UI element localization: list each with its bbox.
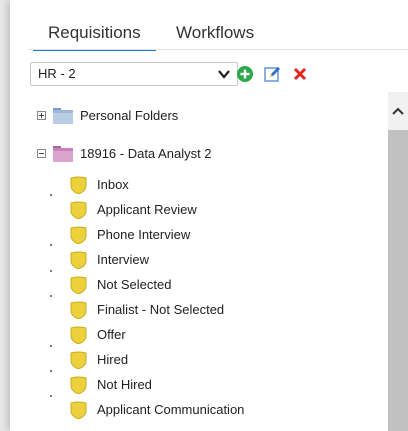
stage-shield-icon (70, 301, 87, 319)
tree-guide-dot (50, 295, 52, 297)
stage-shield-icon (70, 376, 87, 394)
stage-label: Applicant Review (97, 202, 197, 217)
tree-guide-dot (50, 244, 52, 246)
stage-label: Offer (97, 327, 126, 342)
folder-icon (53, 108, 73, 124)
expand-plus-icon[interactable] (37, 111, 46, 120)
add-circle-icon[interactable] (235, 64, 255, 84)
stage-shield-icon (70, 226, 87, 244)
vertical-scrollbar[interactable] (388, 92, 408, 431)
stage-label: Applicant Communication (97, 402, 245, 417)
tab-bar: Requisitions Workflows (10, 22, 408, 51)
stage-label: Not Hired (97, 377, 152, 392)
requisition-select-value: HR - 2 (38, 66, 76, 81)
stage-shield-icon (70, 251, 87, 269)
stage-shield-icon (70, 276, 87, 294)
stage-shield-icon (70, 201, 87, 219)
stage-label: Interview (97, 252, 150, 267)
tree-node-label: 18916 - Data Analyst 2 (80, 146, 212, 161)
tree-node-label: Personal Folders (80, 108, 179, 123)
stage-shield-icon (70, 401, 87, 419)
stage-label: Not Selected (97, 277, 172, 292)
pencil-edit-icon[interactable] (263, 64, 283, 84)
tree-guide-dot (50, 345, 52, 347)
chevron-down-icon (218, 70, 230, 79)
folder-tree: Personal Folders 18916 - Data Analyst 2 … (28, 92, 388, 431)
folder-icon (53, 146, 73, 162)
tree-guide-dot (50, 270, 52, 272)
tree-guide-dot (50, 395, 52, 397)
tab-requisitions[interactable]: Requisitions (33, 22, 156, 51)
tree-guide-dot (50, 194, 52, 196)
delete-x-icon[interactable] (290, 64, 310, 84)
tree-guide-dot (50, 370, 52, 372)
stage-label: Inbox (97, 177, 129, 192)
stage-label: Phone Interview (97, 227, 191, 242)
stage-label: Finalist - Not Selected (97, 302, 225, 317)
stage-label: Hired (97, 352, 129, 367)
requisitions-panel: Requisitions Workflows HR - 2 Personal F… (10, 0, 408, 431)
stage-shield-icon (70, 351, 87, 369)
requisition-select[interactable]: HR - 2 (30, 62, 238, 86)
chevron-up-icon[interactable] (391, 106, 405, 116)
collapse-minus-icon[interactable] (37, 149, 46, 158)
tab-workflows[interactable]: Workflows (176, 22, 254, 49)
tab-divider (28, 49, 408, 50)
stage-shield-icon (70, 176, 87, 194)
stage-shield-icon (70, 326, 87, 344)
